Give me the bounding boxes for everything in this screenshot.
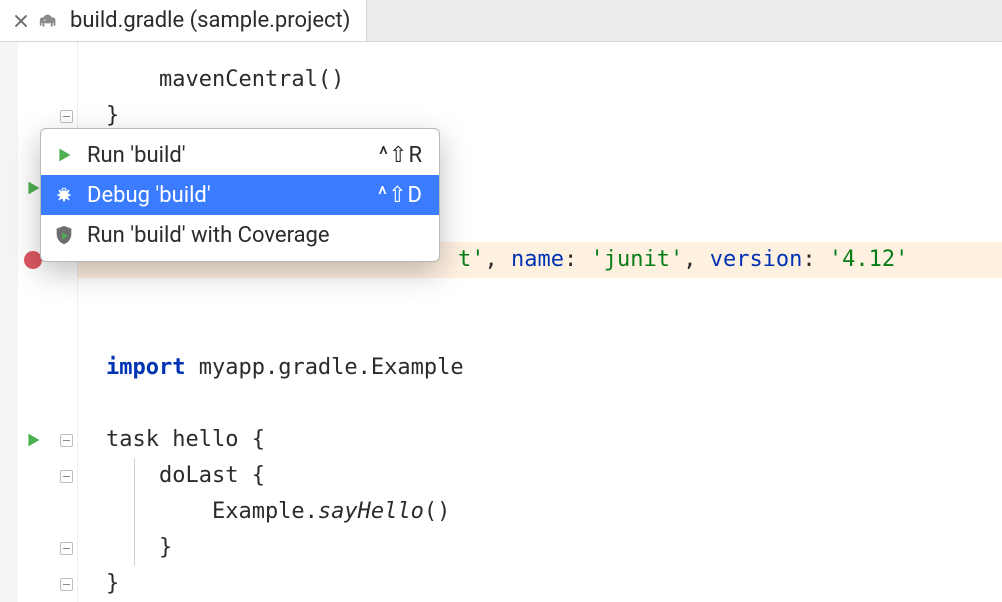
- menu-item-run[interactable]: Run 'build' ^⇧R: [41, 135, 439, 175]
- indent-guide: [134, 458, 135, 566]
- code-token: 'junit': [590, 242, 683, 278]
- code-area[interactable]: mavenCentral() } t', name: 'junit', vers…: [78, 42, 1002, 602]
- code-token: t': [458, 242, 485, 278]
- fold-handle[interactable]: [58, 422, 74, 458]
- bug-icon: [53, 184, 75, 206]
- code-token: name: [511, 242, 564, 278]
- editor-tab-bar: build.gradle (sample.project): [0, 0, 1002, 42]
- code-line: mavenCentral(): [106, 62, 344, 98]
- code-line: task hello {: [106, 422, 265, 458]
- editor-tab[interactable]: build.gradle (sample.project): [0, 0, 367, 41]
- code-token: import: [106, 350, 185, 386]
- fold-handle[interactable]: [58, 458, 74, 494]
- tab-title: build.gradle (sample.project): [70, 8, 350, 33]
- coverage-icon: [53, 224, 75, 246]
- code-line: t', name: 'junit', version: '4.12': [458, 242, 908, 278]
- code-token: sayHello: [318, 494, 424, 530]
- menu-item-shortcut: ^⇧R: [379, 143, 423, 168]
- menu-item-debug[interactable]: Debug 'build' ^⇧D: [41, 175, 439, 215]
- code-token: version: [710, 242, 803, 278]
- menu-item-label: Run 'build': [87, 143, 367, 168]
- code-line: import myapp.gradle.Example: [106, 350, 464, 386]
- gutter[interactable]: [0, 42, 78, 602]
- fold-handle[interactable]: [58, 566, 74, 602]
- menu-item-label: Debug 'build': [87, 183, 366, 208]
- run-gutter-icon[interactable]: [20, 422, 46, 458]
- menu-item-shortcut: ^⇧D: [378, 183, 423, 208]
- elephant-icon: [38, 10, 60, 32]
- fold-handle[interactable]: [58, 530, 74, 566]
- menu-item-label: Run 'build' with Coverage: [87, 223, 411, 248]
- app-root: { "tab": { "title": "build.gradle (sampl…: [0, 0, 1002, 602]
- code-line: }: [106, 530, 172, 566]
- close-icon[interactable]: [14, 14, 28, 28]
- editor: mavenCentral() } t', name: 'junit', vers…: [0, 42, 1002, 602]
- run-icon: [53, 144, 75, 166]
- code-line: Example.sayHello(): [106, 494, 450, 530]
- code-line: }: [106, 566, 119, 602]
- menu-item-coverage[interactable]: Run 'build' with Coverage: [41, 215, 439, 255]
- context-menu: Run 'build' ^⇧R Debug 'build' ^⇧D Run 'b…: [40, 128, 440, 262]
- gutter-strip: [0, 42, 18, 602]
- code-line: doLast {: [106, 458, 265, 494]
- code-token: '4.12': [829, 242, 908, 278]
